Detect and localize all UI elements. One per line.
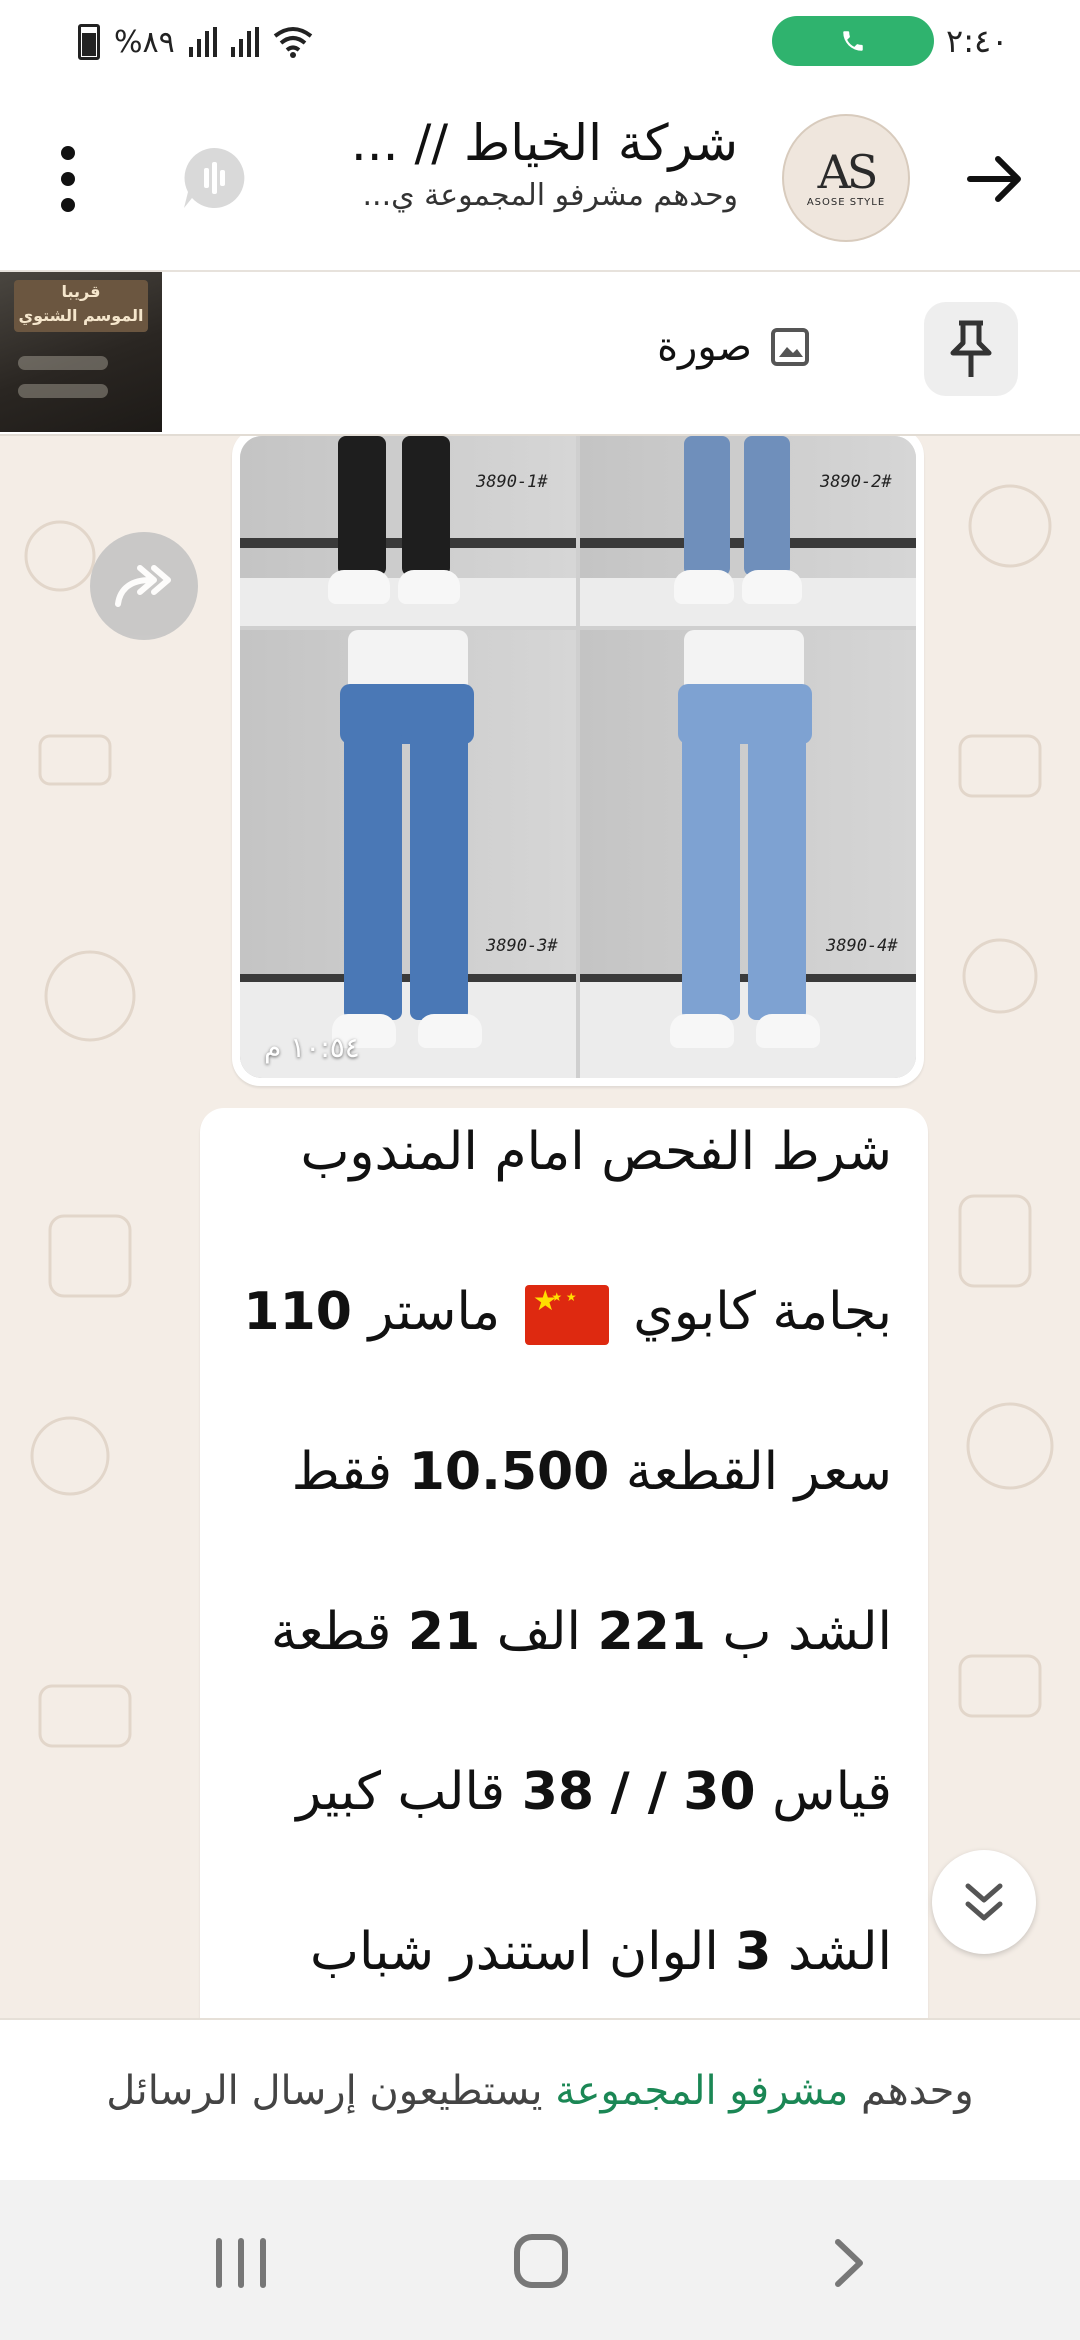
message-time: ١٠:٥٤ م: [264, 1031, 360, 1064]
product-photo-grid[interactable]: 3890-1# 3890-2# 3890-3# 3890-4# ١٠:٥٤ م: [240, 436, 916, 1078]
message-line: الشد ب 221 الف 21 قطعة: [270, 1602, 892, 1662]
back-icon[interactable]: [828, 2238, 872, 2288]
product-code: 3890-3#: [486, 936, 558, 956]
pin-icon: [950, 320, 992, 377]
chat-title-block[interactable]: شركة الخياط // ... وحدهم مشرفو المجموعة …: [258, 110, 738, 216]
voice-chat-icon[interactable]: [180, 144, 248, 212]
photo-cell: 3890-4#: [580, 630, 916, 1078]
china-flag-icon: [524, 1285, 609, 1345]
phone-icon: [843, 31, 863, 51]
photo-cell: 3890-3#: [240, 630, 576, 1078]
ongoing-call-pill[interactable]: [772, 16, 934, 66]
battery-percent: %٨٩: [114, 24, 175, 60]
image-icon: [771, 328, 809, 366]
forward-button[interactable]: [90, 532, 198, 640]
home-icon[interactable]: [514, 2234, 568, 2288]
group-admins-link[interactable]: مشرفو المجموعة: [555, 2068, 848, 2114]
signal-icon-2: [230, 27, 259, 57]
image-message-bubble[interactable]: 3890-1# 3890-2# 3890-3# 3890-4# ١٠:٥٤ م: [232, 436, 924, 1086]
forward-icon: [115, 565, 171, 607]
message-body: شرط الفحص امام المندوب بجامة كابوي ماستر…: [232, 1112, 892, 2018]
status-bar: %٨٩ ٢:٤٠: [0, 0, 1080, 84]
wifi-icon: [273, 27, 312, 58]
battery-icon: [78, 24, 100, 60]
admin-only-notice: وحدهم مشرفو المجموعة يستطيعون إرسال الرس…: [0, 2018, 1080, 2182]
signal-icon: [188, 27, 217, 57]
product-code: 3890-4#: [826, 936, 898, 956]
message-line: قياس 30 / / 38 قالب كبير: [296, 1762, 892, 1822]
notice-text: وحدهم مشرفو المجموعة يستطيعون إرسال الرس…: [106, 2068, 974, 2114]
thumb-banner: قريبا الموسم الشتوي: [14, 280, 148, 332]
system-nav-bar: [0, 2180, 1080, 2340]
thumb-banner-line1: قريبا: [61, 282, 101, 301]
message-line: الشد 3 الوان استندر شباب: [310, 1922, 892, 1982]
thumb-detail-line: [18, 356, 108, 370]
avatar-brand: ASOSE STYLE: [806, 196, 886, 208]
message-line: شرط الفحص امام المندوب: [300, 1122, 892, 1182]
scroll-to-bottom-button[interactable]: [932, 1850, 1036, 1954]
chat-header: AS ASOSE STYLE شركة الخياط // ... وحدهم …: [0, 84, 1080, 272]
thumb-banner-line2: الموسم الشتوي: [18, 306, 144, 325]
text-message-bubble[interactable]: شرط الفحص امام المندوب بجامة كابوي ماستر…: [200, 1108, 928, 2018]
group-avatar[interactable]: AS ASOSE STYLE: [782, 114, 910, 242]
photo-cell: 3890-2#: [580, 436, 916, 626]
chat-area[interactable]: 3890-1# 3890-2# 3890-3# 3890-4# ١٠:٥٤ م …: [0, 436, 1080, 2018]
chat-subtitle: وحدهم مشرفو المجموعة ي...: [362, 178, 739, 213]
double-chevron-down-icon: [965, 1883, 1003, 1921]
chat-title: شركة الخياط // ...: [350, 114, 738, 172]
message-line: سعر القطعة 10.500 فقط: [291, 1442, 892, 1502]
product-code: 3890-1#: [476, 472, 548, 492]
pin-button[interactable]: [924, 302, 1018, 396]
message-line: بجامة كابوي ماستر 110: [232, 1272, 892, 1352]
avatar-monogram: AS: [817, 144, 879, 199]
pinned-thumbnail[interactable]: قريبا الموسم الشتوي: [0, 272, 162, 432]
photo-cell: 3890-1#: [240, 436, 576, 626]
pinned-label-text: صورة: [657, 324, 752, 370]
status-icons: %٨٩: [78, 20, 313, 64]
pinned-message-bar[interactable]: صورة قريبا الموسم الشتوي: [0, 272, 1080, 436]
thumb-detail-line: [18, 384, 108, 398]
arrow-right-icon[interactable]: [960, 144, 1030, 214]
recents-icon[interactable]: [216, 2238, 266, 2288]
more-vert-icon[interactable]: [58, 146, 78, 212]
clock: ٢:٤٠: [946, 22, 1009, 60]
pinned-label: صورة: [657, 324, 810, 370]
product-code: 3890-2#: [820, 472, 892, 492]
